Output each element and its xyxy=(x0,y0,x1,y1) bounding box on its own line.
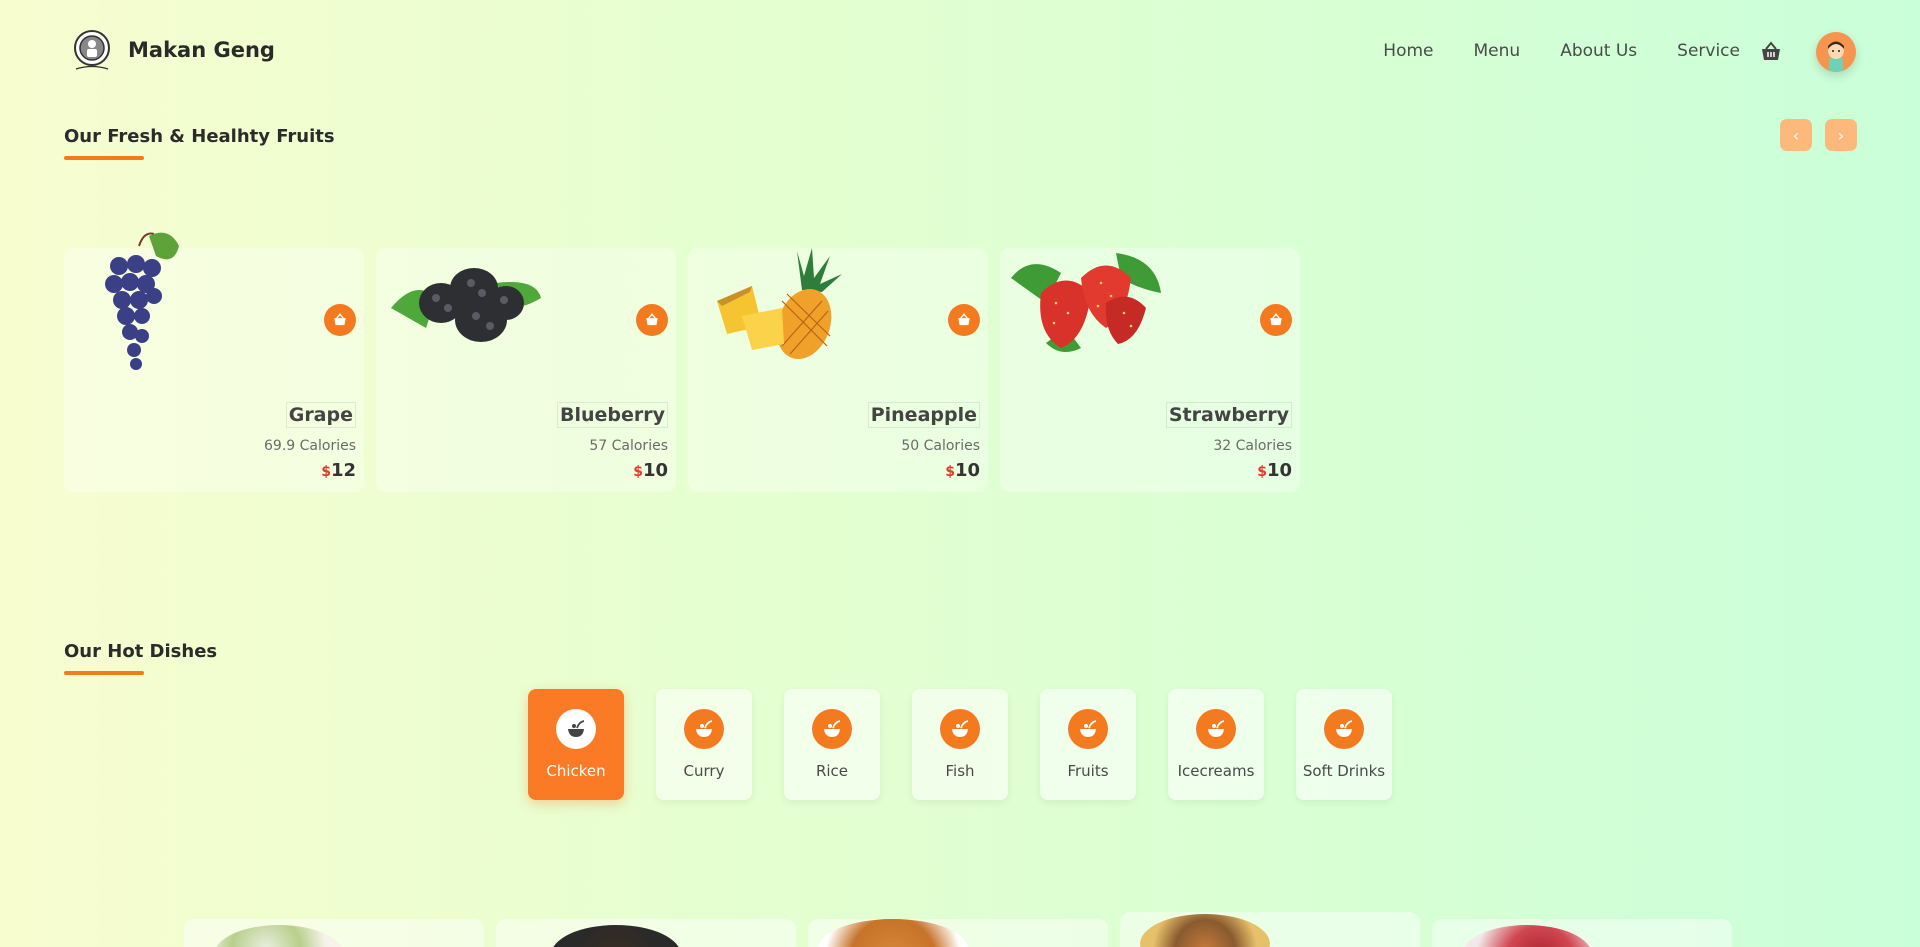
food-bowl-icon xyxy=(1196,709,1236,749)
title-underline xyxy=(64,671,144,675)
fruit-name: Pineapple xyxy=(867,402,980,428)
category-fruits[interactable]: Fruits xyxy=(1040,689,1136,800)
add-to-basket-button[interactable] xyxy=(324,304,356,336)
price-value: 10 xyxy=(954,460,980,481)
food-bowl-icon xyxy=(1324,709,1364,749)
nav-home[interactable]: Home xyxy=(1383,41,1433,61)
blackberry-image xyxy=(391,268,541,342)
add-to-basket-button[interactable] xyxy=(636,304,668,336)
price-value: 12 xyxy=(330,460,356,481)
dish-image xyxy=(1462,925,1592,947)
fruit-calories: 57 Calories xyxy=(589,438,668,454)
fruits-title-text: Our Fresh & Healhty Fruits xyxy=(64,126,335,147)
nav-about-us[interactable]: About Us xyxy=(1560,41,1637,61)
strawberry-image xyxy=(1011,253,1161,352)
fruit-name: Blueberry xyxy=(556,402,668,428)
add-to-basket-button[interactable] xyxy=(948,304,980,336)
fruit-card-grape[interactable]: Grape 69.9 Calories $12 xyxy=(64,232,364,492)
dish-card[interactable] xyxy=(184,919,484,947)
basket-icon xyxy=(1270,313,1282,326)
category-label: Curry xyxy=(683,762,725,780)
food-bowl-icon xyxy=(812,709,852,749)
add-to-basket-button[interactable] xyxy=(1260,304,1292,336)
category-label: Fish xyxy=(945,762,975,780)
fruit-card-pineapple[interactable]: Pineapple 50 Calories $10 xyxy=(688,248,988,492)
category-label: Icecreams xyxy=(1177,762,1255,780)
basket-icon xyxy=(646,313,658,326)
fruit-price: $10 xyxy=(1257,460,1292,481)
fruit-calories: 50 Calories xyxy=(901,438,980,454)
nav-menu[interactable]: Menu xyxy=(1474,41,1521,61)
price-value: 10 xyxy=(1266,460,1292,481)
user-avatar-icon[interactable] xyxy=(1816,32,1856,72)
category-fish[interactable]: Fish xyxy=(912,689,1008,800)
brand-name[interactable]: Makan Geng xyxy=(128,38,275,62)
dish-card[interactable] xyxy=(1432,919,1732,947)
category-label: Rice xyxy=(815,762,849,780)
currency-symbol: $ xyxy=(945,464,955,480)
fruit-card-strawberry[interactable]: Strawberry 32 Calories $10 xyxy=(1000,248,1300,492)
dish-card[interactable] xyxy=(808,919,1108,947)
basket-icon xyxy=(958,313,970,326)
fruit-price: $10 xyxy=(633,460,668,481)
fruits-section-title: Our Fresh & Healhty Fruits xyxy=(64,126,335,160)
grape-image xyxy=(105,232,179,370)
pineapple-image xyxy=(717,248,842,359)
fruit-card-blueberry[interactable]: Blueberry 57 Calories $10 xyxy=(376,248,676,492)
header: Makan Geng Home Menu About Us Service xyxy=(0,0,1920,104)
food-bowl-icon xyxy=(556,709,596,749)
dish-image xyxy=(214,925,344,947)
main-nav: Home Menu About Us Service xyxy=(1383,41,1740,61)
chef-logo-icon[interactable] xyxy=(72,30,112,72)
category-curry[interactable]: Curry xyxy=(656,689,752,800)
dish-image xyxy=(818,919,968,947)
currency-symbol: $ xyxy=(1257,464,1267,480)
category-label: Fruits xyxy=(1067,762,1109,780)
dish-card[interactable] xyxy=(1120,912,1420,947)
food-bowl-icon xyxy=(684,709,724,749)
currency-symbol: $ xyxy=(321,464,331,480)
next-arrow-button[interactable]: › xyxy=(1825,119,1857,151)
dish-image xyxy=(551,925,681,947)
dish-card[interactable] xyxy=(496,919,796,947)
category-soft-drinks[interactable]: Soft Drinks xyxy=(1296,689,1392,800)
title-underline xyxy=(64,156,144,160)
fruit-calories: 32 Calories xyxy=(1213,438,1292,454)
fruit-name: Grape xyxy=(285,402,356,428)
fruit-calories: 69.9 Calories xyxy=(264,438,356,454)
food-bowl-icon xyxy=(1068,709,1108,749)
category-chicken[interactable]: Chicken xyxy=(528,689,624,800)
basket-icon xyxy=(334,313,346,326)
category-icecreams[interactable]: Icecreams xyxy=(1168,689,1264,800)
fruit-price: $12 xyxy=(321,460,356,481)
dish-image xyxy=(1140,914,1270,947)
fruit-carousel-controls: ‹ › xyxy=(1780,119,1857,151)
basket-icon[interactable] xyxy=(1760,41,1782,63)
category-label: Soft Drinks xyxy=(1302,762,1386,780)
dishes-section-title: Our Hot Dishes xyxy=(64,641,218,675)
fruit-price: $10 xyxy=(945,460,980,481)
category-rice[interactable]: Rice xyxy=(784,689,880,800)
category-label: Chicken xyxy=(546,762,606,780)
food-bowl-icon xyxy=(940,709,980,749)
prev-arrow-button[interactable]: ‹ xyxy=(1780,119,1812,151)
fruit-name: Strawberry xyxy=(1165,402,1292,428)
currency-symbol: $ xyxy=(633,464,643,480)
price-value: 10 xyxy=(642,460,668,481)
nav-service[interactable]: Service xyxy=(1677,41,1740,61)
dishes-title-text: Our Hot Dishes xyxy=(64,641,218,662)
